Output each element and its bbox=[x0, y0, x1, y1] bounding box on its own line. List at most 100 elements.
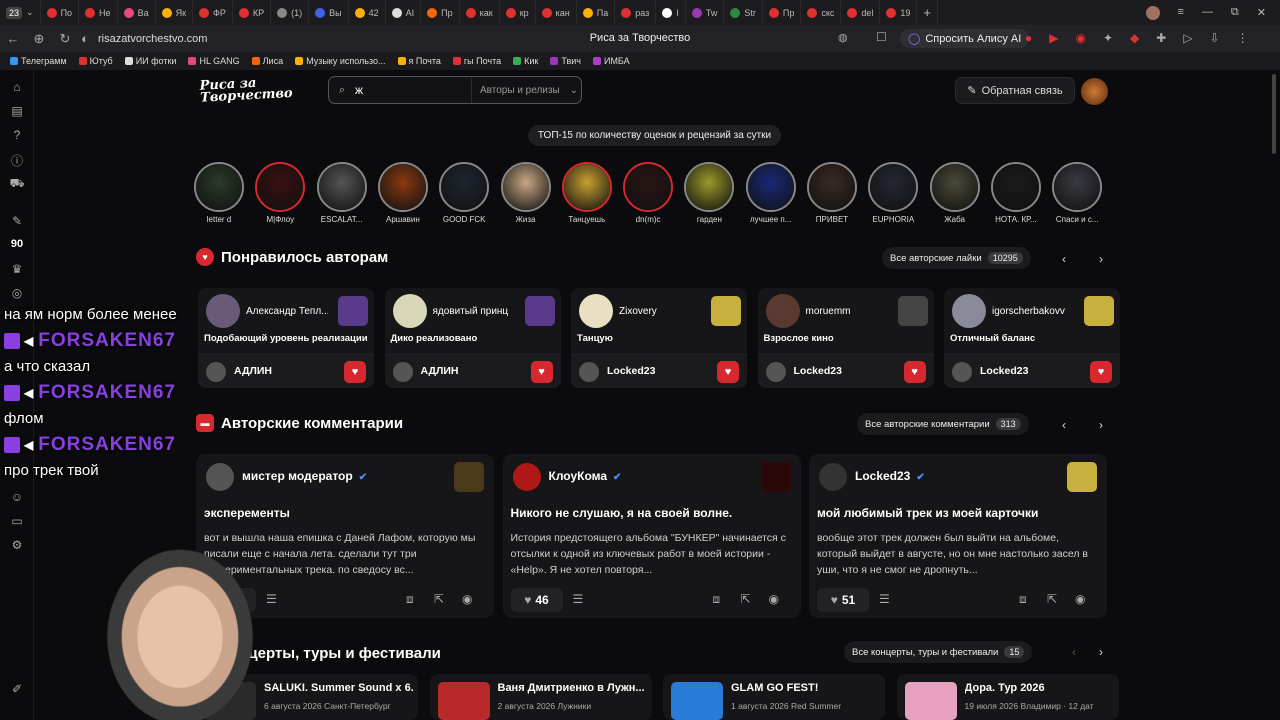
release-icon[interactable]: ⧈ bbox=[713, 592, 721, 607]
comments-next-arrow[interactable]: › bbox=[1090, 414, 1112, 436]
browser-tab[interactable]: КР bbox=[233, 0, 272, 25]
top15-story[interactable]: dn(m)c bbox=[621, 162, 675, 224]
bookmark-item[interactable]: HL GANG bbox=[188, 56, 240, 66]
liker-name[interactable]: Locked23 bbox=[794, 365, 842, 377]
browser-tab[interactable]: Пр bbox=[763, 0, 802, 25]
top15-story[interactable]: letter d bbox=[192, 162, 246, 224]
author-name[interactable]: мистер модератор bbox=[242, 469, 353, 483]
reload-icon[interactable]: ↻ bbox=[52, 31, 78, 47]
trophy-icon[interactable]: ♛ bbox=[9, 262, 25, 278]
rating-number[interactable]: 90 bbox=[7, 238, 27, 254]
home-icon[interactable]: ⌂ bbox=[9, 80, 25, 96]
liker-name[interactable]: Locked23 bbox=[607, 365, 655, 377]
author-name[interactable]: moruemm bbox=[806, 306, 888, 317]
liked-card[interactable]: Zixovery Танцую Locked23 ♥ bbox=[571, 288, 747, 388]
event-title[interactable]: Дора. Тур 2026 bbox=[965, 682, 1115, 694]
search-scope-select[interactable]: Авторы и релизы ⌄ bbox=[471, 77, 581, 103]
share-icon[interactable]: ⇱ bbox=[1047, 592, 1057, 606]
browser-tab[interactable]: скс bbox=[801, 0, 842, 25]
browser-tab[interactable]: del bbox=[841, 0, 881, 25]
community-icon[interactable]: ☺ bbox=[9, 490, 25, 506]
top15-story[interactable]: EUPHORIA bbox=[866, 162, 920, 224]
heart-icon[interactable]: ♥ bbox=[1090, 361, 1112, 383]
bookmark-item[interactable]: Ютуб bbox=[78, 56, 113, 66]
tab-count[interactable]: 23 ⌄ bbox=[0, 0, 41, 25]
browser-tab[interactable]: По bbox=[41, 0, 80, 25]
liked-card[interactable]: Александр Тепл... Подобающий уровень реал… bbox=[198, 288, 374, 388]
extension-icon[interactable]: ◍ bbox=[838, 31, 848, 44]
recording-icon[interactable]: ● bbox=[1025, 31, 1032, 45]
release-icon[interactable]: ⧈ bbox=[406, 592, 414, 607]
back-icon[interactable]: ← bbox=[0, 31, 26, 46]
list-icon[interactable]: ☰ bbox=[573, 592, 584, 606]
top15-story[interactable]: Танцуешь bbox=[560, 162, 614, 224]
heart-icon[interactable]: ♥ bbox=[903, 361, 926, 383]
author-avatar[interactable] bbox=[206, 463, 234, 491]
views-icon[interactable]: ◉ bbox=[1075, 592, 1085, 606]
cart-icon[interactable]: ⛟ bbox=[9, 176, 25, 192]
top15-story[interactable]: Жаба bbox=[928, 162, 982, 224]
browser-tab[interactable]: раз bbox=[615, 0, 657, 25]
author-name[interactable]: ядовитый принц bbox=[433, 306, 515, 317]
liker-avatar[interactable] bbox=[206, 362, 226, 382]
releases-icon[interactable]: ▤ bbox=[9, 104, 25, 120]
browser-tab[interactable]: 42 bbox=[349, 0, 386, 25]
bookmark-item[interactable]: ИИ фотки bbox=[124, 56, 176, 66]
top15-story[interactable]: M|Флоу bbox=[253, 162, 307, 224]
liked-next-arrow[interactable]: › bbox=[1090, 248, 1112, 270]
help-icon[interactable]: ? bbox=[9, 128, 25, 144]
author-name[interactable]: Locked23 bbox=[855, 469, 910, 483]
liked-card[interactable]: igorscherbakovv Отличный баланс Locked23 ♥ bbox=[944, 288, 1120, 388]
new-tab-button[interactable]: + bbox=[917, 0, 939, 25]
play-icon[interactable]: ▷ bbox=[1183, 31, 1192, 45]
extension-red-icon[interactable]: ◆ bbox=[1130, 31, 1139, 45]
browser-tab[interactable]: Вы bbox=[309, 0, 349, 25]
author-name[interactable]: Александр Тепл... bbox=[246, 306, 328, 317]
top15-story[interactable]: гарден bbox=[682, 162, 736, 224]
liked-card[interactable]: ядовитый принц Дико реализовано АДЛИН ♥ bbox=[384, 288, 561, 388]
author-avatar[interactable] bbox=[579, 294, 613, 328]
liker-name[interactable]: Locked23 bbox=[980, 365, 1028, 377]
disc-icon[interactable]: ◎ bbox=[9, 286, 25, 302]
author-name-row[interactable]: КлоуКома ✔ bbox=[549, 469, 622, 483]
release-icon[interactable]: ⧈ bbox=[1019, 592, 1027, 607]
release-cover[interactable] bbox=[524, 296, 555, 326]
user-avatar[interactable] bbox=[1081, 78, 1108, 105]
browser-tab[interactable]: 19 bbox=[880, 0, 918, 25]
adblock-icon[interactable]: ◉ bbox=[1075, 31, 1085, 45]
browser-tab[interactable]: кан bbox=[536, 0, 577, 25]
url-field[interactable]: risazatvorchestvo.com bbox=[98, 33, 207, 45]
top15-story[interactable]: Спаси и с... bbox=[1050, 162, 1104, 224]
bookmark-item[interactable]: ИМБА bbox=[592, 56, 630, 66]
top15-story[interactable]: НОТА. КР... bbox=[989, 162, 1043, 224]
menu-icon[interactable]: ≡ bbox=[1178, 6, 1184, 20]
comment-card[interactable]: КлоуКома ✔ Никого не слушаю, я на своей во… bbox=[502, 454, 801, 618]
more-icon[interactable]: ⋮ bbox=[1237, 31, 1249, 45]
author-name-row[interactable]: Locked23 ✔ bbox=[855, 469, 925, 483]
site-info-icon[interactable]: ◐ bbox=[78, 31, 92, 46]
browser-tab[interactable]: I bbox=[656, 0, 686, 25]
search-box[interactable]: ⌕ Авторы и релизы ⌄ bbox=[328, 76, 582, 104]
alice-button[interactable]: ◯ Спросить Алису AI bbox=[900, 29, 1030, 48]
pen-icon[interactable]: ✎ bbox=[9, 214, 25, 230]
bookmark-item[interactable]: Музыку использо... bbox=[295, 56, 386, 66]
author-avatar[interactable] bbox=[512, 463, 541, 491]
close-icon[interactable]: ✕ bbox=[1257, 6, 1266, 20]
chat-icon[interactable]: ▭ bbox=[9, 514, 25, 530]
bookmark-item[interactable]: гы Почта bbox=[452, 56, 501, 66]
youtube-icon[interactable]: ▶ bbox=[1049, 31, 1058, 45]
events-prev-arrow[interactable]: ‹ bbox=[1063, 641, 1085, 663]
like-button[interactable]: ♥ 51 bbox=[817, 588, 869, 612]
profile-avatar[interactable] bbox=[1145, 5, 1160, 20]
event-title[interactable]: GLAM GO FEST! bbox=[731, 682, 881, 694]
browser-tab[interactable]: Ва bbox=[118, 0, 156, 25]
event-cover[interactable] bbox=[437, 682, 490, 720]
search-input[interactable] bbox=[355, 83, 465, 97]
event-title[interactable]: SALUKI. Summer Sound x 6... bbox=[264, 682, 414, 694]
liker-avatar[interactable] bbox=[579, 362, 599, 382]
comments-prev-arrow[interactable]: ‹ bbox=[1053, 414, 1075, 436]
liked-card[interactable]: moruemm Взрослое кино Locked23 ♥ bbox=[757, 288, 934, 388]
comment-card[interactable]: Locked23 ✔ мой любимый трек из моей карточ… bbox=[809, 454, 1107, 618]
browser-tab[interactable]: Пр bbox=[421, 0, 460, 25]
browser-tab[interactable]: Tw bbox=[686, 0, 725, 25]
